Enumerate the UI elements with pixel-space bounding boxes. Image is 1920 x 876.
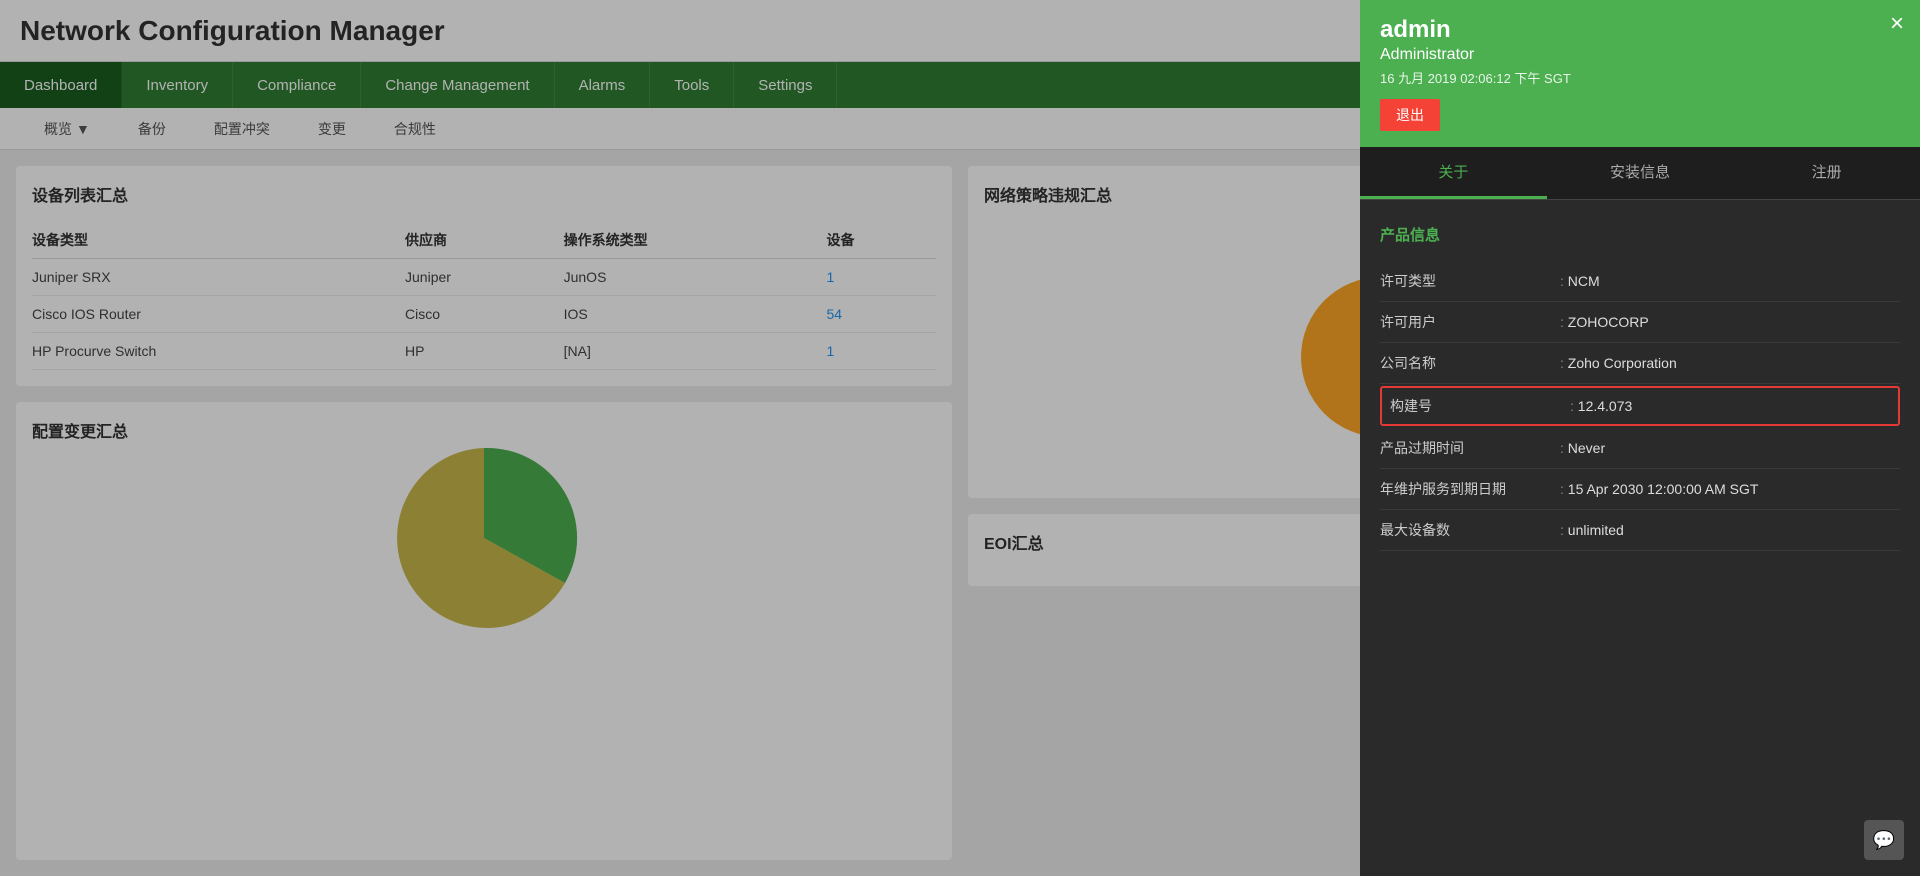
username-label: admin — [1380, 16, 1900, 44]
panel-content: 产品信息 许可类型 NCM 许可用户 ZOHOCORP 公司名称 Zoho Co… — [1360, 200, 1920, 876]
info-row-license-user: 许可用户 ZOHOCORP — [1380, 302, 1900, 343]
value-product-expiry: Never — [1560, 440, 1605, 456]
value-maintenance-expiry: 15 Apr 2030 12:00:00 AM SGT — [1560, 481, 1758, 497]
info-row-build-number: 构建号 12.4.073 — [1380, 386, 1900, 426]
value-license-user: ZOHOCORP — [1560, 314, 1649, 330]
info-row-license-type: 许可类型 NCM — [1380, 261, 1900, 302]
product-info-title: 产品信息 — [1380, 224, 1900, 245]
role-label: Administrator — [1380, 46, 1900, 64]
help-icon-button[interactable]: 💬 — [1864, 820, 1904, 860]
value-max-devices: unlimited — [1560, 522, 1624, 538]
value-license-type: NCM — [1560, 273, 1600, 289]
label-max-devices: 最大设备数 — [1380, 520, 1560, 540]
help-icon: 💬 — [1873, 830, 1895, 851]
info-row-product-expiry: 产品过期时间 Never — [1380, 428, 1900, 469]
label-license-type: 许可类型 — [1380, 271, 1560, 291]
close-button[interactable]: × — [1890, 12, 1904, 36]
value-company-name: Zoho Corporation — [1560, 355, 1677, 371]
user-panel-header: admin Administrator 16 九月 2019 02:06:12 … — [1360, 0, 1920, 147]
user-panel: admin Administrator 16 九月 2019 02:06:12 … — [1360, 0, 1920, 876]
datetime-label: 16 九月 2019 02:06:12 下午 SGT — [1380, 68, 1900, 87]
tab-register[interactable]: 注册 — [1733, 147, 1920, 199]
info-row-maintenance-expiry: 年维护服务到期日期 15 Apr 2030 12:00:00 AM SGT — [1380, 469, 1900, 510]
label-company-name: 公司名称 — [1380, 353, 1560, 373]
logout-button[interactable]: 退出 — [1380, 99, 1440, 131]
info-row-max-devices: 最大设备数 unlimited — [1380, 510, 1900, 551]
modal-overlay[interactable] — [0, 0, 1360, 876]
label-product-expiry: 产品过期时间 — [1380, 438, 1560, 458]
label-maintenance-expiry: 年维护服务到期日期 — [1380, 479, 1560, 499]
panel-tabs: 关于 安装信息 注册 — [1360, 147, 1920, 200]
tab-install-info[interactable]: 安装信息 — [1547, 147, 1734, 199]
value-build-number: 12.4.073 — [1570, 398, 1632, 414]
tab-about[interactable]: 关于 — [1360, 147, 1547, 199]
label-license-user: 许可用户 — [1380, 312, 1560, 332]
label-build-number: 构建号 — [1390, 396, 1570, 416]
info-row-company-name: 公司名称 Zoho Corporation — [1380, 343, 1900, 384]
